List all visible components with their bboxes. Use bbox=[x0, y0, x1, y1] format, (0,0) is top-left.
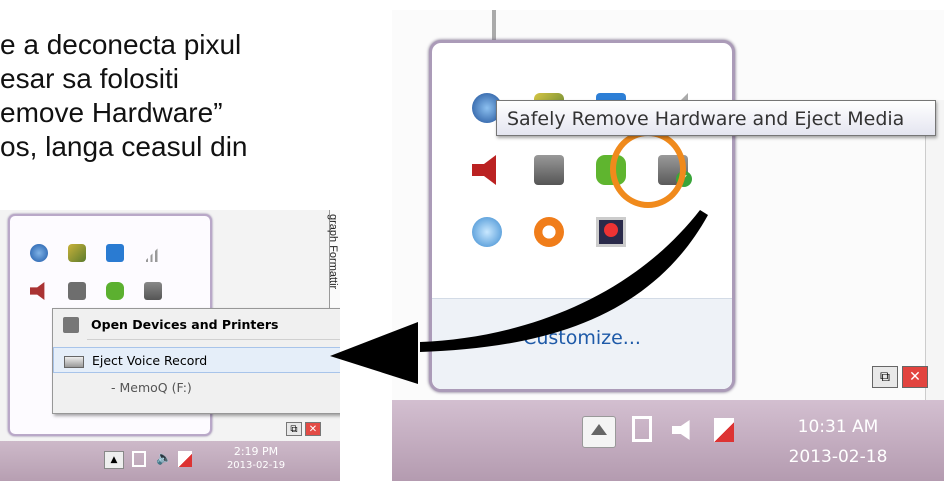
menu-item-memoq-drive[interactable]: - MemoQ (F:) bbox=[53, 375, 340, 401]
menu-item-eject-voice-record[interactable]: Eject Voice Record bbox=[53, 347, 340, 373]
tooltip: Safely Remove Hardware and Eject Media bbox=[496, 100, 936, 136]
volume-icon[interactable] bbox=[672, 420, 690, 440]
chevron-up-icon bbox=[591, 424, 607, 435]
printer-icon bbox=[63, 317, 79, 333]
taskbar-clock[interactable]: 2:19 PM 2013-02-19 bbox=[226, 445, 286, 473]
instruction-line: emove Hardware” bbox=[0, 97, 223, 128]
close-icon[interactable]: ✕ bbox=[305, 422, 321, 436]
show-hidden-icons-button[interactable]: ▲ bbox=[104, 451, 124, 469]
window-edge bbox=[925, 100, 944, 400]
clock-date: 2013-02-19 bbox=[226, 460, 286, 471]
printer-icon[interactable] bbox=[534, 155, 564, 185]
clock-time: 2:19 PM bbox=[233, 445, 279, 458]
instruction-line: esar sa folositi bbox=[0, 63, 179, 94]
menu-item-label: Eject Voice Record bbox=[92, 353, 208, 368]
instruction-line: e a deconecta pixul bbox=[0, 29, 242, 60]
power-icon[interactable] bbox=[632, 416, 652, 442]
wifi-icon[interactable] bbox=[106, 244, 124, 262]
menu-item-label: Open Devices and Printers bbox=[91, 317, 279, 332]
window-divider bbox=[492, 10, 496, 42]
volume-icon[interactable] bbox=[30, 282, 45, 300]
instruction-text: e a deconecta pixul esar sa folositi emo… bbox=[0, 28, 360, 164]
show-hidden-icons-button[interactable] bbox=[582, 416, 616, 448]
drive-icon bbox=[64, 356, 84, 368]
update-icon[interactable] bbox=[472, 217, 502, 247]
network-error-icon[interactable] bbox=[714, 418, 734, 442]
monitor-blocked-icon[interactable] bbox=[596, 217, 626, 247]
restore-icon[interactable]: ⧉ bbox=[872, 366, 898, 388]
small-taskbar: ▲ 🔈 2:19 PM 2013-02-19 bbox=[0, 441, 340, 481]
notification-area-popup: ✓ Customize... bbox=[429, 40, 735, 392]
large-taskbar: 10:31 AM 2013-02-18 bbox=[392, 400, 944, 481]
volume-icon[interactable] bbox=[472, 155, 496, 185]
close-icon[interactable]: ✕ bbox=[902, 366, 928, 388]
bluetooth-icon[interactable] bbox=[30, 244, 48, 262]
large-screenshot: ✓ Customize... Safely Remove Hardware an… bbox=[392, 10, 944, 481]
popup-footer: Customize... bbox=[432, 298, 732, 389]
small-screenshot: graph Formattir Open Devices and Printer… bbox=[0, 210, 340, 481]
safely-remove-icon[interactable] bbox=[144, 282, 162, 300]
side-panel-label: graph Formattir bbox=[327, 214, 339, 290]
highlight-circle bbox=[610, 130, 686, 208]
taskbar-clock[interactable]: 10:31 AM 2013-02-18 bbox=[778, 412, 898, 472]
restore-icon[interactable]: ⧉ bbox=[286, 422, 302, 436]
clock-time: 10:31 AM bbox=[797, 417, 879, 437]
menu-item-label: - MemoQ (F:) bbox=[111, 380, 192, 395]
network-icon[interactable] bbox=[68, 244, 86, 262]
menu-separator bbox=[87, 339, 340, 340]
power-icon[interactable] bbox=[132, 451, 146, 467]
messenger-icon[interactable] bbox=[106, 282, 124, 300]
clock-date: 2013-02-18 bbox=[788, 447, 888, 467]
avast-icon[interactable] bbox=[534, 217, 564, 247]
notification-area-popup: Open Devices and Printers Eject Voice Re… bbox=[8, 214, 340, 436]
network-error-icon[interactable] bbox=[178, 451, 192, 467]
instruction-line: os, langa ceasul din bbox=[0, 131, 248, 162]
volume-icon[interactable]: 🔈 bbox=[156, 451, 172, 466]
signal-icon[interactable] bbox=[144, 244, 162, 262]
blocked-icon bbox=[604, 223, 618, 237]
customize-link[interactable]: Customize... bbox=[432, 327, 732, 349]
printer-icon[interactable] bbox=[68, 282, 86, 300]
menu-item-open-devices[interactable]: Open Devices and Printers bbox=[53, 312, 340, 338]
context-menu: Open Devices and Printers Eject Voice Re… bbox=[52, 308, 340, 414]
